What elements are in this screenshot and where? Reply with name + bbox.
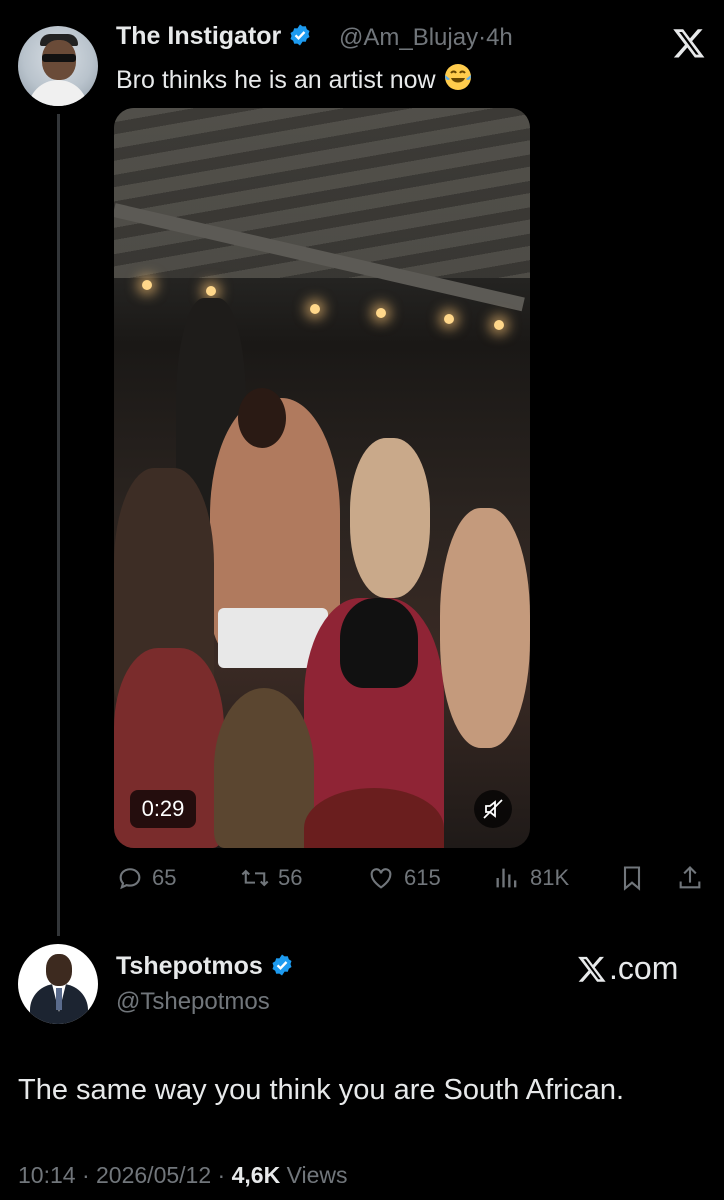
x-com-suffix: .com — [609, 950, 679, 986]
thread-line — [57, 114, 60, 936]
x-logo-icon — [673, 29, 705, 58]
quoted-handle-line: @Am_Blujay·4h — [339, 24, 513, 52]
like-button[interactable]: 615 — [366, 864, 441, 892]
tears-of-joy-emoji-icon — [444, 64, 471, 90]
mute-icon — [483, 799, 503, 819]
quoted-author-name[interactable]: The Instigator — [116, 22, 312, 51]
tweet-time[interactable]: 10:14 — [18, 1162, 76, 1188]
reply-icon — [119, 868, 141, 890]
main-handle[interactable]: @Tshepotmos — [116, 988, 270, 1016]
mute-button[interactable] — [474, 790, 512, 828]
repost-icon — [241, 869, 269, 887]
quoted-tweet-text: Bro thinks he is an artist now — [116, 62, 473, 95]
views-count: 81K — [530, 865, 570, 890]
like-count: 615 — [404, 865, 441, 890]
views-button[interactable]: 81K — [492, 864, 569, 892]
bookmark-icon — [623, 866, 641, 891]
verified-badge-icon — [272, 954, 292, 976]
view-count: 4,6K — [231, 1162, 281, 1188]
verified-badge-icon — [290, 24, 310, 46]
quoted-author-name-text: The Instigator — [116, 22, 282, 50]
reply-count: 65 — [152, 865, 177, 890]
reply-button[interactable]: 65 — [116, 864, 176, 892]
avatar-tshepotmos[interactable] — [18, 944, 98, 1024]
meta-separator: · — [217, 1162, 226, 1188]
x-com-label: .com — [577, 950, 678, 987]
quoted-text: Bro thinks he is an artist now — [116, 66, 436, 94]
quoted-handle[interactable]: @Am_Blujay — [339, 24, 478, 51]
repost-button[interactable]: 56 — [240, 864, 302, 892]
separator-dot: · — [478, 24, 487, 51]
main-author-name[interactable]: Tshepotmos — [116, 952, 294, 981]
share-button[interactable] — [676, 864, 704, 892]
bookmark-button[interactable] — [618, 864, 646, 892]
quoted-time[interactable]: 4h — [486, 24, 513, 51]
tweet-meta: 10:14 · 2026/05/12 · 4,6K Views — [18, 1162, 348, 1189]
avatar-the-instigator[interactable] — [18, 26, 98, 106]
video-thumbnail[interactable] — [114, 108, 530, 848]
views-icon — [496, 868, 517, 888]
like-icon — [370, 868, 392, 889]
main-author-name-text: Tshepotmos — [116, 952, 263, 980]
x-logo-icon — [578, 956, 606, 982]
tweet-date[interactable]: 2026/05/12 — [96, 1162, 211, 1188]
main-tweet-text: The same way you think you are South Afr… — [18, 1074, 625, 1106]
meta-separator: · — [81, 1162, 90, 1188]
video-duration: 0:29 — [130, 790, 196, 828]
repost-count: 56 — [278, 865, 303, 890]
share-icon — [679, 866, 701, 889]
views-label: Views — [286, 1162, 348, 1188]
